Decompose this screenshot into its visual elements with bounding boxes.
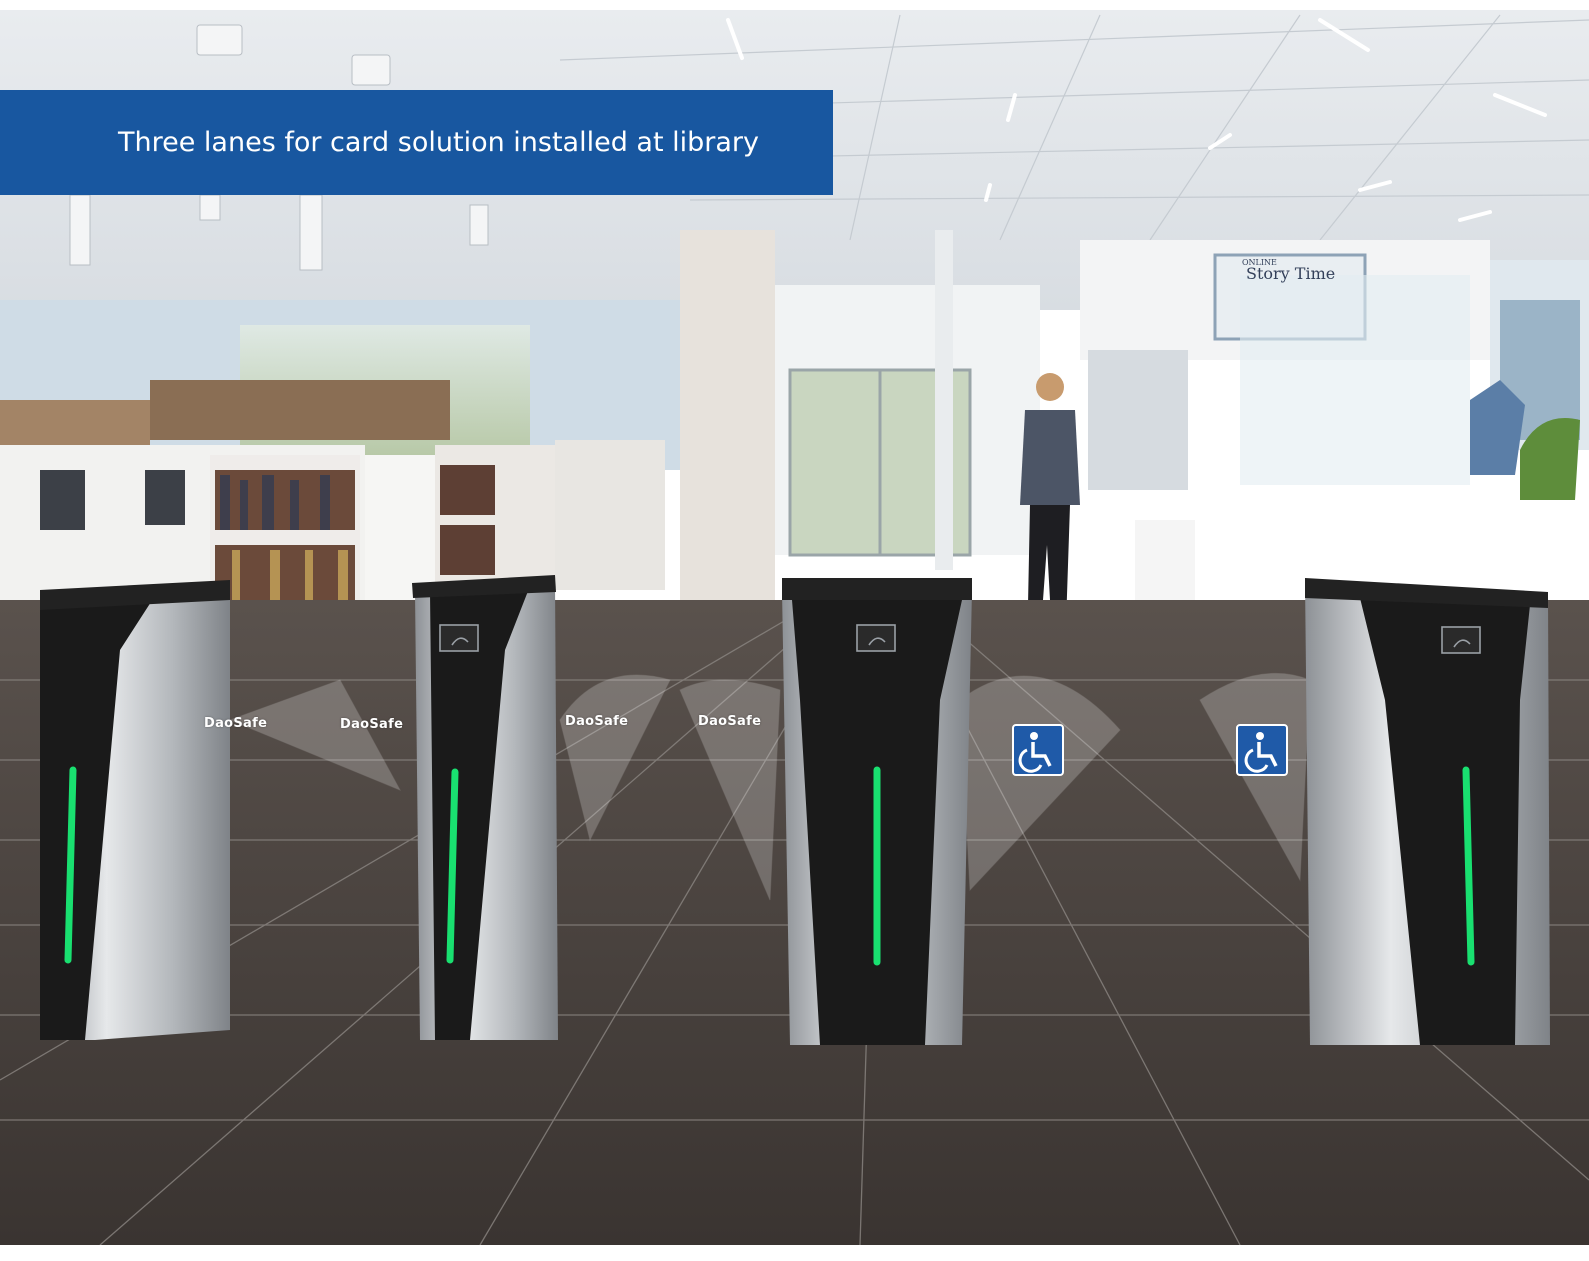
turnstile-gate-2 xyxy=(412,575,558,1040)
caption-banner: Three lanes for card solution installed … xyxy=(0,90,833,195)
status-light xyxy=(446,768,459,964)
card-reader-icon xyxy=(439,624,479,652)
turnstile-gate-4 xyxy=(1305,578,1550,1045)
library-entrance-photo: ONLINE Story Time DaoSafe DaoSafe DaoSaf… xyxy=(0,0,1589,1261)
wheelchair-icon xyxy=(1012,724,1064,776)
gate-brand-label: DaoSafe xyxy=(565,714,629,729)
turnstile-gate-1 xyxy=(40,580,230,1040)
sign-title: Story Time xyxy=(1246,264,1336,283)
status-light xyxy=(1462,766,1475,966)
wheelchair-icon xyxy=(1236,724,1288,776)
gate-brand-label: DaoSafe xyxy=(340,717,404,732)
card-reader-icon xyxy=(856,624,896,652)
card-reader-icon xyxy=(1441,626,1481,654)
status-light xyxy=(64,766,77,964)
caption-text: Three lanes for card solution installed … xyxy=(118,127,760,158)
gate-brand-label: DaoSafe xyxy=(698,714,762,729)
gate-brand-label: DaoSafe xyxy=(204,716,268,731)
